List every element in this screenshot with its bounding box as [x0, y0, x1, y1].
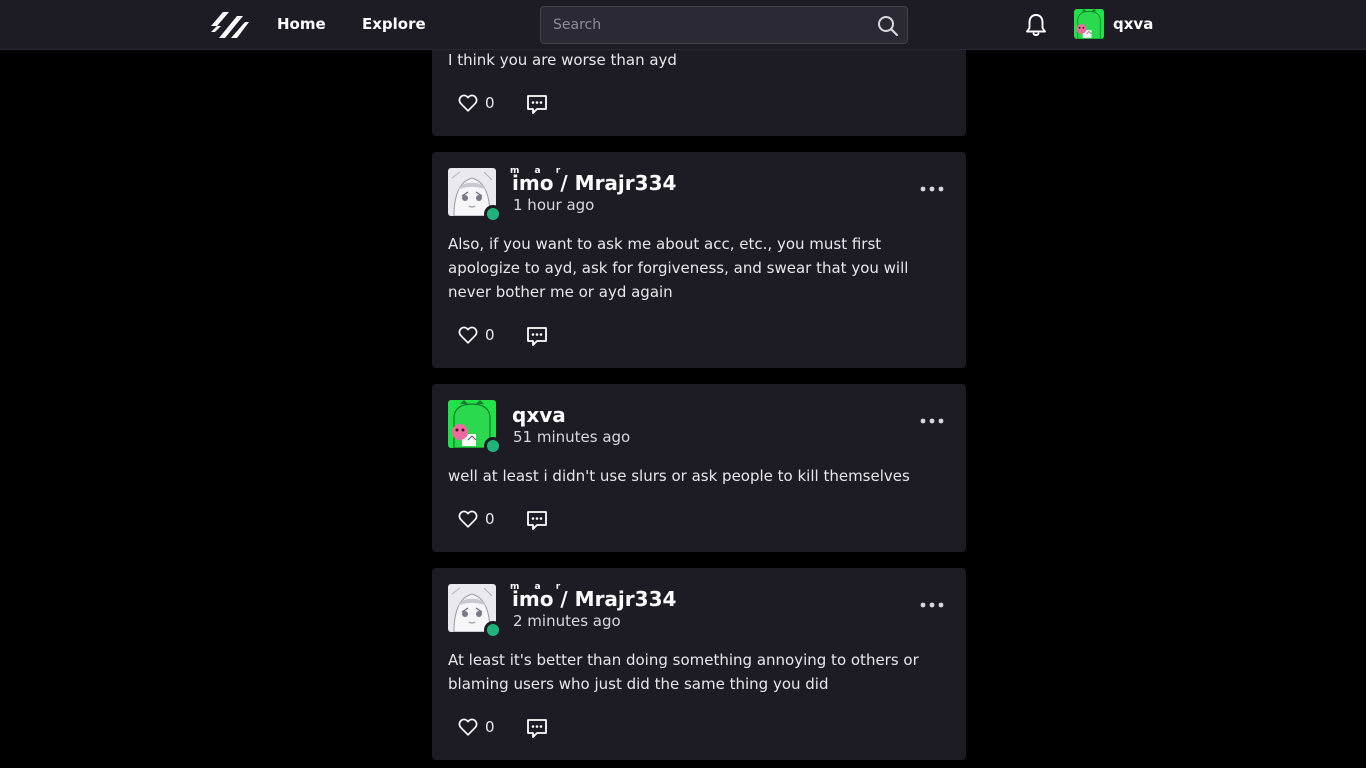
heart-icon[interactable]	[457, 324, 479, 346]
username-ruby: m a r	[510, 166, 567, 176]
like-count: 0	[485, 326, 495, 344]
account-username: qxva	[1113, 15, 1154, 33]
like-count: 0	[485, 718, 495, 736]
post-author-name: qxva	[512, 403, 566, 427]
more-options-icon[interactable]	[920, 594, 944, 610]
heart-icon[interactable]	[457, 92, 479, 114]
post-text: Also, if you want to ask me about acc, e…	[448, 235, 909, 301]
post-timestamp: 2 minutes ago	[513, 612, 621, 630]
search-input[interactable]	[541, 7, 861, 43]
heart-icon[interactable]	[457, 716, 479, 738]
post-author[interactable]: m a r imo / Mrajr334	[510, 166, 676, 195]
comment-icon[interactable]	[525, 508, 549, 532]
online-status-dot	[484, 621, 502, 639]
like-count: 0	[485, 94, 495, 112]
post-text: I think you are worse than ayd	[448, 51, 677, 69]
more-options-icon[interactable]	[920, 410, 944, 426]
post-author[interactable]: qxva	[512, 403, 566, 427]
post-timestamp: 1 hour ago	[513, 196, 595, 214]
search-icon[interactable]	[877, 15, 899, 37]
online-status-dot	[484, 437, 502, 455]
site-logo[interactable]	[209, 10, 251, 40]
like-count: 0	[485, 510, 495, 528]
heart-icon[interactable]	[457, 508, 479, 530]
post-text: At least it's better than doing somethin…	[448, 651, 919, 693]
nav-home-link[interactable]: Home	[277, 15, 326, 33]
online-status-dot	[484, 205, 502, 223]
nav-explore-link[interactable]: Explore	[362, 15, 426, 33]
comment-icon[interactable]	[525, 92, 549, 116]
post-card: qxva 51 minutes ago well at least i didn…	[432, 384, 966, 552]
comment-icon[interactable]	[525, 716, 549, 740]
post-timestamp: 51 minutes ago	[513, 428, 631, 446]
search-box	[540, 6, 908, 44]
more-options-icon[interactable]	[920, 178, 944, 194]
notifications-bell-icon[interactable]	[1025, 12, 1047, 38]
post-card: m a r imo / Mrajr334 1 hour ago Also, if…	[432, 152, 966, 368]
post-author[interactable]: m a r imo / Mrajr334	[510, 582, 676, 611]
post-card: m a r imo / Mrajr334 2 minutes ago At le…	[432, 568, 966, 760]
account-avatar	[1074, 9, 1104, 39]
top-navigation-bar: Home Explore qxva	[0, 0, 1366, 50]
username-ruby: m a r	[510, 582, 567, 592]
comment-icon[interactable]	[525, 324, 549, 348]
post-text: well at least i didn't use slurs or ask …	[448, 467, 910, 485]
